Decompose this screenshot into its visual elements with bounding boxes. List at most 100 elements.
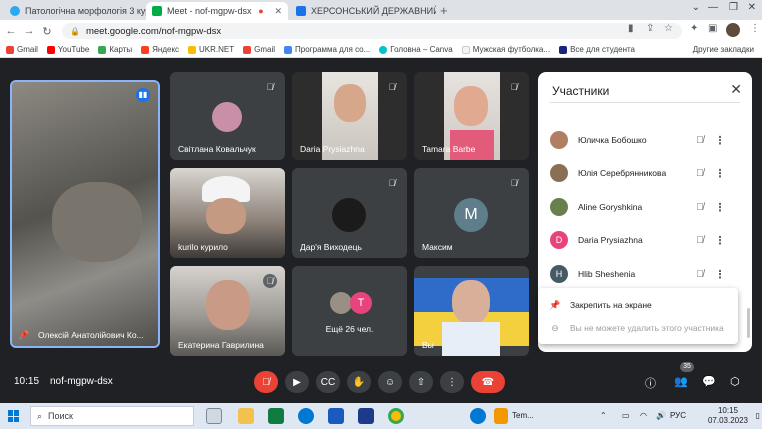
more-options-button[interactable]: ⋮ <box>440 371 464 393</box>
video-tile[interactable]: kurilo курило <box>170 168 285 258</box>
security-icon[interactable] <box>358 408 374 424</box>
captions-button[interactable]: CC <box>316 371 340 393</box>
more-options-icon[interactable]: ⋮ <box>712 167 728 180</box>
bookmark-gmail-2[interactable]: Gmail <box>243 45 275 54</box>
activities-icon[interactable]: ⬡ <box>730 375 740 388</box>
chat-icon[interactable]: 💬 <box>702 375 716 388</box>
pin-to-screen-item[interactable]: 📌 Закрепить на экране <box>548 297 651 313</box>
video-subject <box>334 84 366 122</box>
chrome-icon[interactable] <box>388 408 404 424</box>
close-icon[interactable]: ✕ <box>270 6 282 17</box>
bookmark-yandex[interactable]: Яндекс <box>141 45 179 54</box>
reload-icon[interactable]: ↻ <box>38 25 56 38</box>
participant-name: Екатерина Гаврилина <box>178 340 264 350</box>
more-options-icon[interactable]: ⋮ <box>712 201 728 214</box>
participant-name: Світлана Ковальчук <box>178 144 256 154</box>
notifications-icon[interactable]: ▯ <box>756 411 760 420</box>
recording-dot-icon: ● <box>258 6 264 16</box>
tab-kherson[interactable]: ХЕРСОНСЬКИЙ ДЕРЖАВНИЙ А ✕ <box>290 2 436 20</box>
taskbar-clock[interactable]: 10:15 07.03.2023 <box>708 406 748 426</box>
mic-off-icon: 🎙̸ <box>696 234 704 246</box>
share-icon[interactable]: ⇪ <box>646 23 654 34</box>
participant-row[interactable]: Юлія Серебрянникова 🎙̸ ⋮ <box>550 163 740 183</box>
close-icon[interactable]: ✕ <box>730 81 742 98</box>
participant-row[interactable]: Юличка Бобошко 🎙̸ ⋮ <box>550 130 740 150</box>
self-video-tile[interactable]: Вы <box>414 266 529 356</box>
network-icon[interactable]: ▭ <box>622 411 630 420</box>
new-tab-button[interactable]: + <box>440 3 448 18</box>
more-options-icon[interactable]: ⋮ <box>712 268 728 281</box>
wifi-icon[interactable]: ◠ <box>640 411 647 420</box>
taskbar-search[interactable]: ⌕ Поиск <box>30 406 194 426</box>
participant-name: Дар'я Виходець <box>300 242 362 252</box>
mic-toggle-button[interactable]: 🎙̸ <box>254 371 278 393</box>
excel-icon[interactable] <box>268 408 284 424</box>
raise-hand-button[interactable]: ✋ <box>347 371 371 393</box>
language-indicator[interactable]: РУС <box>670 411 686 420</box>
tab-telegram[interactable]: Патологічна морфологія 3 курс ✕ <box>4 2 146 20</box>
pinned-video-tile[interactable]: ▮▮ 📌 Олексій Анатолійович Ко... <box>10 80 160 348</box>
leave-call-button[interactable]: ☎ <box>471 371 505 393</box>
volume-icon[interactable]: 🔊 <box>656 411 666 420</box>
weather-icon[interactable] <box>494 408 508 424</box>
weather-text[interactable]: Tem... <box>512 411 534 420</box>
participant-name: Максим <box>422 242 453 252</box>
meeting-code: nof-mgpw-dsx <box>50 376 113 387</box>
forward-icon[interactable]: → <box>20 25 38 37</box>
bookmark-canva[interactable]: Головна – Canva <box>379 45 453 54</box>
camera-toggle-button[interactable]: ▶ <box>285 371 309 393</box>
windows-start-icon[interactable] <box>8 410 20 422</box>
back-icon[interactable]: ← <box>2 25 20 37</box>
sidepanel-icon[interactable]: ▣ <box>708 23 717 34</box>
reactions-button[interactable]: ☺ <box>378 371 402 393</box>
address-bar[interactable]: 🔒 meet.google.com/nof-mgpw-dsx <box>62 23 682 39</box>
more-options-icon[interactable]: ⋮ <box>712 234 728 247</box>
bookmark-program[interactable]: Программа для со... <box>284 45 370 54</box>
video-tile[interactable]: 🎙̸ Екатерина Гаврилина <box>170 266 285 356</box>
video-tile[interactable]: 🎙̸ Daria Prysiazhna <box>292 72 407 160</box>
scrollbar[interactable] <box>747 308 750 338</box>
bookmark-youtube[interactable]: YouTube <box>46 45 90 54</box>
restore-icon[interactable]: ❐ <box>729 2 738 13</box>
tab-search-icon[interactable]: ⌄ <box>692 2 700 13</box>
window-close-icon[interactable]: ✕ <box>748 2 756 13</box>
file-explorer-icon[interactable] <box>238 408 254 424</box>
video-tile[interactable]: 🎙̸ Світлана Ковальчук <box>170 72 285 160</box>
tray-chevron-icon[interactable]: ⌃ <box>600 411 607 420</box>
meeting-info-icon[interactable]: ⓘ <box>645 375 656 391</box>
participant-row[interactable]: Aline Goryshkina 🎙̸ ⋮ <box>550 197 740 217</box>
other-bookmarks[interactable]: Другие закладки <box>693 45 754 54</box>
tab-meet[interactable]: Meet - nof-mgpw-dsx ● ✕ <box>146 2 288 20</box>
menu-item-label: Вы не можете удалить этого участника <box>570 323 724 333</box>
present-screen-button[interactable]: ⇧ <box>409 371 433 393</box>
help-icon[interactable] <box>470 408 486 424</box>
bookmark-ukrnet[interactable]: UKR.NET <box>188 45 234 54</box>
participant-name: kurilo курило <box>178 242 228 252</box>
bookmark-tshirt[interactable]: Мужская футболка... <box>461 45 550 54</box>
bookmark-label: YouTube <box>57 45 90 54</box>
bookmark-maps[interactable]: Карты <box>98 45 132 54</box>
bookmark-star-icon[interactable]: ☆ <box>664 23 673 34</box>
profile-avatar[interactable] <box>726 23 740 37</box>
more-participants-tile[interactable]: T Ещё 26 чел. <box>292 266 407 356</box>
camera-icon[interactable]: ▮ <box>628 23 634 34</box>
video-subject-clothes <box>442 322 500 356</box>
task-view-icon[interactable] <box>206 408 222 424</box>
video-tile[interactable]: M 🎙̸ Максим <box>414 168 529 258</box>
bookmark-gmail[interactable]: Gmail <box>6 45 38 54</box>
yandex-icon <box>141 45 150 54</box>
menu-kebab-icon[interactable]: ⋮ <box>750 23 760 34</box>
video-tile[interactable]: 🎙̸ Дар'я Виходець <box>292 168 407 258</box>
participant-row[interactable]: H Hlib Shesheniа 🎙̸ ⋮ <box>550 264 740 284</box>
extensions-icon[interactable]: ✦ <box>690 23 698 34</box>
more-options-icon[interactable]: ⋮ <box>712 134 728 147</box>
bookmark-student[interactable]: Все для студента <box>559 45 635 54</box>
meeting-time: 10:15 <box>14 376 40 387</box>
pin-icon[interactable]: 📌 <box>18 330 29 341</box>
word-icon[interactable] <box>328 408 344 424</box>
edge-icon[interactable] <box>298 408 314 424</box>
participants-icon[interactable]: 👥 <box>674 375 688 388</box>
video-tile[interactable]: 🎙̸ Tamara Barbe <box>414 72 529 160</box>
minimize-icon[interactable]: — <box>708 2 718 13</box>
participant-row[interactable]: D Daria Prysiazhna 🎙̸ ⋮ <box>550 230 740 250</box>
